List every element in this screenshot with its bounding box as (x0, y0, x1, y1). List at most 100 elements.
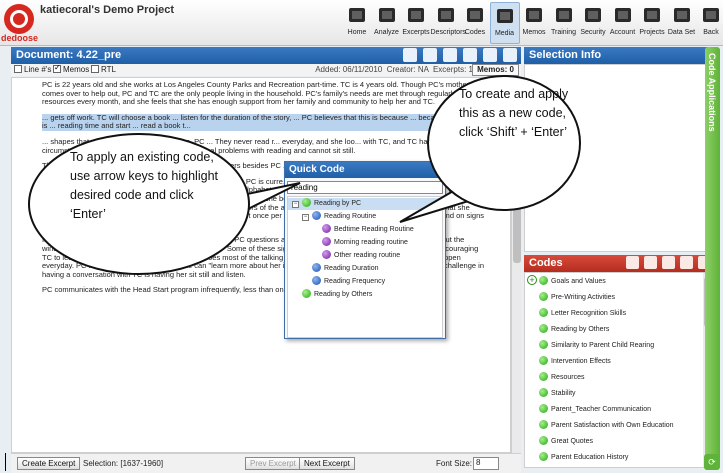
training-icon (553, 4, 575, 26)
nav-back[interactable]: Back (696, 2, 723, 44)
sort-order-icon[interactable] (643, 256, 657, 269)
zoom-icon[interactable] (402, 48, 417, 62)
home-icon (346, 4, 368, 26)
nav-home[interactable]: Home (342, 2, 372, 44)
code-item[interactable]: Reading by Others (539, 324, 609, 333)
nav-label: Memos (522, 29, 546, 36)
next-document-icon[interactable] (482, 48, 497, 62)
option-memos[interactable]: Memos (53, 63, 89, 74)
code-dot-icon (539, 292, 548, 301)
globe-icon (641, 4, 663, 26)
quote-bubble-icon (405, 4, 427, 26)
option-line-numbers[interactable]: Line #'s (14, 65, 51, 74)
sort-az-icon[interactable] (625, 256, 639, 269)
quick-code-item[interactable]: − Reading Routine (288, 211, 442, 223)
export-icon[interactable] (422, 48, 437, 62)
quick-code-item[interactable]: Bedtime Reading Routine (288, 224, 442, 236)
memos-button[interactable]: Memos: 0 (472, 64, 519, 76)
nav-security[interactable]: Security (578, 2, 608, 44)
create-excerpt-button[interactable]: Create Excerpt (17, 457, 81, 470)
prev-excerpt-button[interactable]: Prev Excerpt (245, 457, 301, 470)
nav-dataset[interactable]: Data Set (667, 2, 697, 44)
code-label: Intervention Effects (551, 358, 611, 365)
nav-excerpts[interactable]: Excerpts (401, 2, 431, 44)
collapse-icon[interactable]: − (302, 214, 309, 221)
code-item[interactable]: Intervention Effects (539, 356, 611, 365)
quick-code-label: Other reading routine (334, 252, 401, 259)
nav-media[interactable]: Media (489, 2, 520, 44)
quick-code-item[interactable]: Other reading routine (288, 250, 442, 262)
code-dot-icon (539, 372, 548, 381)
code-item[interactable]: Similarity to Parent Child Rearing (539, 340, 654, 349)
selection-info-header: Selection Info (524, 47, 714, 64)
code-item[interactable]: Goals and Values (539, 276, 606, 285)
code-item[interactable]: Parent Education History (539, 452, 628, 461)
document-footer: Create Excerpt Selection: [1637-1960] Pr… (11, 453, 521, 473)
nav-training[interactable]: Training (549, 2, 579, 44)
code-dot-icon (539, 436, 548, 445)
quick-code-label: Reading by PC (314, 200, 362, 207)
code-dot-icon (539, 452, 548, 461)
quick-code-search-input[interactable]: reading (287, 181, 443, 194)
code-item[interactable]: Great Quotes (539, 436, 593, 445)
memos-checkbox[interactable] (53, 63, 61, 73)
code-dot-icon (312, 211, 321, 220)
scrollbar-thumb[interactable] (513, 203, 521, 263)
maximize-icon[interactable] (503, 48, 517, 62)
code-dot-icon (539, 388, 548, 397)
code-item[interactable]: Pre-Writing Activities (539, 292, 615, 301)
quick-code-label: Reading by Others (314, 291, 373, 298)
project-title: katiecoral's Demo Project (40, 4, 175, 16)
add-code-icon[interactable] (679, 256, 693, 269)
code-label: Stability (551, 390, 576, 397)
plus-circle-icon (464, 4, 486, 26)
settings-icon[interactable] (442, 48, 457, 62)
quick-code-item[interactable]: Reading by Others (288, 289, 442, 301)
nav-memos[interactable]: Memos (519, 2, 549, 44)
nav-account[interactable]: Account (608, 2, 638, 44)
code-dot-icon (302, 198, 311, 207)
nav-analyze[interactable]: Analyze (372, 2, 402, 44)
quick-code-item[interactable]: Morning reading routine (288, 237, 442, 249)
nav-label: Training (550, 29, 577, 36)
selection-range: Selection: [1637-1960] (83, 459, 164, 468)
refresh-icon[interactable]: ⟳ (704, 454, 720, 470)
nav-label: Analyze (374, 29, 399, 36)
quick-code-label: Reading Routine (324, 213, 377, 220)
nav-label: Media (494, 30, 515, 37)
code-dot-icon (539, 404, 548, 413)
quick-code-label: Reading Duration (324, 265, 379, 272)
nav-codes[interactable]: Codes (460, 2, 490, 44)
line-numbers-checkbox[interactable] (14, 65, 22, 73)
nav-label: Data Set (667, 29, 696, 36)
code-item[interactable]: Stability (539, 388, 576, 397)
quick-code-item[interactable]: − Reading by PC (288, 198, 442, 210)
codes-tools (624, 256, 711, 269)
code-applications-tab[interactable]: Code Applications (705, 47, 720, 468)
bar-chart-icon (376, 4, 398, 26)
export-codes-icon[interactable] (661, 256, 675, 269)
rtl-checkbox[interactable] (91, 65, 99, 73)
next-excerpt-button[interactable]: Next Excerpt (299, 457, 355, 470)
expand-plus-icon[interactable]: + (527, 275, 537, 285)
top-navigation-bar: dedoose katiecoral's Demo Project Home An… (0, 0, 723, 46)
nav-descriptors[interactable]: Descriptors (431, 2, 466, 44)
code-label: Parent Satisfaction with Own Education (551, 422, 674, 429)
lock-icon (582, 4, 604, 26)
nav-projects[interactable]: Projects (637, 2, 667, 44)
quick-code-item[interactable]: Reading Frequency (288, 276, 442, 288)
code-dot-icon (322, 224, 331, 233)
previous-document-icon[interactable] (462, 48, 477, 62)
code-item[interactable]: Parent_Teacher Communication (539, 404, 651, 413)
collapse-icon[interactable]: − (292, 201, 299, 208)
quick-code-item[interactable]: Reading Duration (288, 263, 442, 275)
instruction-callout-left: To apply an existing code, use arrow key… (28, 133, 250, 275)
option-rtl[interactable]: RTL (91, 65, 116, 74)
code-item[interactable]: Parent Satisfaction with Own Education (539, 420, 674, 429)
dedoose-logo-icon[interactable] (4, 4, 34, 34)
creator-value: NA (417, 65, 429, 74)
code-item[interactable]: Letter Recognition Skills (539, 308, 626, 317)
code-item[interactable]: Resources (539, 372, 584, 381)
font-size-stepper[interactable]: 8 (473, 457, 499, 470)
code-dot-icon (539, 308, 548, 317)
